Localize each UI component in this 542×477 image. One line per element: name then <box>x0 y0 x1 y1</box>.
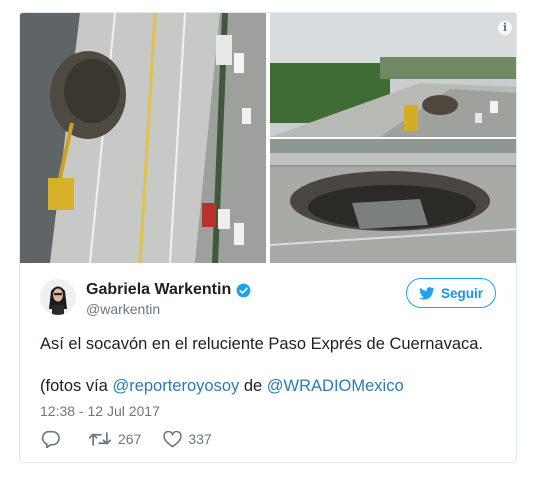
timestamp[interactable]: 12:38 - 12 Jul 2017 <box>40 403 160 419</box>
follow-button[interactable]: Seguir <box>406 278 496 308</box>
photo-sinkhole-closeup[interactable] <box>269 139 517 263</box>
mention-link[interactable]: @reporteroyosoy <box>112 377 239 395</box>
photo-grid: i <box>20 13 517 263</box>
retweet-count: 267 <box>118 431 142 447</box>
tweet-text-line1: Así el socavón en el reluciente Paso Exp… <box>40 335 484 353</box>
tweet-header: Gabriela Warkentin @warkentin Seguir <box>40 278 500 319</box>
avatar[interactable] <box>40 279 76 315</box>
verified-badge-icon <box>236 283 251 297</box>
reply-button[interactable] <box>40 430 66 448</box>
text-middle: de <box>239 377 267 395</box>
photo-aerial-highway[interactable] <box>20 13 266 263</box>
action-bar: 267 337 <box>40 429 234 449</box>
heart-icon <box>163 430 182 447</box>
author-name[interactable]: Gabriela Warkentin <box>86 281 231 299</box>
tweet-card[interactable]: i Gabriela Warkentin @warkentin Seguir A… <box>19 12 517 463</box>
like-button[interactable]: 337 <box>163 430 212 448</box>
info-icon[interactable]: i <box>498 21 512 35</box>
photo-highway-overview[interactable] <box>270 13 517 137</box>
retweet-button[interactable]: 267 <box>88 431 141 447</box>
follow-label: Seguir <box>440 285 483 301</box>
mention-link[interactable]: @WRADIOMexico <box>267 377 404 395</box>
retweet-icon <box>88 432 112 446</box>
like-count: 337 <box>188 431 212 447</box>
reply-icon <box>41 430 60 448</box>
author-handle[interactable]: @warkentin <box>86 301 160 317</box>
text-prefix: (fotos vía <box>40 377 113 395</box>
twitter-bird-icon <box>419 286 435 300</box>
tweet-text-line2: (fotos vía @reporteroyosoy de @WRADIOMex… <box>40 377 404 396</box>
